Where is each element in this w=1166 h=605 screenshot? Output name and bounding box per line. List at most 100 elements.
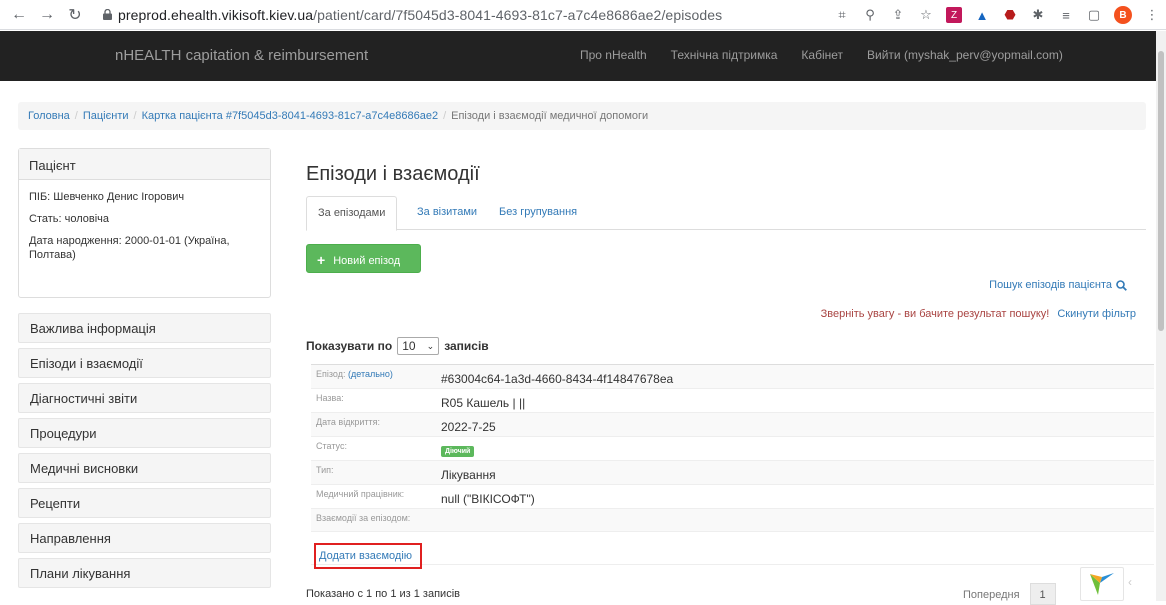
patient-panel-body: ПІБ: Шевченко Денис Ігорович Стать: чоло… xyxy=(19,180,270,280)
side-menu-referrals[interactable]: Направлення xyxy=(18,523,271,553)
records-per-page-value: 10 xyxy=(402,339,416,353)
patient-name: ПІБ: Шевченко Денис Ігорович xyxy=(29,191,185,203)
extensions-puzzle-icon[interactable]: ✱ xyxy=(1030,7,1046,23)
episode-type: Лікування xyxy=(441,468,496,482)
episode-row-interactions: Взаємодії за епізодом: xyxy=(311,509,1154,532)
episode-label-text: Епізод: xyxy=(316,369,346,379)
navbar-links: Про nHealth Технічна підтримка Кабінет В… xyxy=(580,48,1087,62)
side-panel-icon[interactable]: ▢ xyxy=(1086,7,1102,23)
page-scrollbar[interactable] xyxy=(1156,31,1166,601)
forward-arrow-icon[interactable]: → xyxy=(36,6,58,24)
episode-row-status: Статус: Діючий xyxy=(311,437,1154,461)
episode-row-opened: Дата відкриття: 2022-7-25 xyxy=(311,413,1154,437)
side-menu-diagnostic-reports[interactable]: Діагностичні звіти xyxy=(18,383,271,413)
episode-id: #63004c64-1a3d-4660-8434-4f14847678ea xyxy=(441,372,674,386)
browser-menu-icon[interactable]: ⋮ xyxy=(1144,7,1160,23)
url-host: preprod.ehealth.vikisoft.kiev.ua xyxy=(118,6,314,23)
patient-panel-heading: Пацієнт xyxy=(19,149,270,180)
plus-icon: + xyxy=(317,252,326,268)
chevron-left-icon[interactable]: ‹ xyxy=(1128,575,1132,589)
side-menu-prescriptions[interactable]: Рецепти xyxy=(18,488,271,518)
breadcrumb-patients[interactable]: Пацієнти xyxy=(83,110,129,122)
breadcrumb-separator: / xyxy=(133,110,137,122)
address-bar[interactable]: preprod.ehealth.vikisoft.kiev.ua/patient… xyxy=(118,7,722,23)
episode-label-status: Статус: xyxy=(316,441,347,451)
side-menu-medical-conclusions[interactable]: Медичні висновки xyxy=(18,453,271,483)
side-menu-important-info[interactable]: Важлива інформація xyxy=(18,313,271,343)
episode-name: R05 Кашель | || xyxy=(441,396,526,410)
search-warning-text: Зверніть увагу - ви бачите результат пош… xyxy=(820,308,1050,320)
episode-tabs: За епізодами За візитами Без групування xyxy=(306,196,1146,231)
search-icon xyxy=(1116,279,1127,291)
share-icon[interactable]: ⇪ xyxy=(890,7,906,23)
show-suffix: записів xyxy=(444,339,489,353)
new-episode-button[interactable]: + Новий епізод xyxy=(306,244,421,273)
show-prefix: Показувати по xyxy=(306,339,393,353)
episode-label-interactions: Взаємодії за епізодом: xyxy=(316,513,411,523)
reading-list-icon[interactable]: ≡ xyxy=(1058,7,1074,23)
records-per-page: Показувати по 10 ⌄ записів xyxy=(306,337,489,355)
breadcrumb-separator: / xyxy=(74,110,78,122)
tab-by-visits[interactable]: За візитами xyxy=(406,196,488,230)
profile-avatar[interactable]: B xyxy=(1114,6,1132,24)
yii-debug-toolbar-logo[interactable] xyxy=(1080,567,1124,601)
browser-toolbar: ← → ↻ preprod.ehealth.vikisoft.kiev.ua/p… xyxy=(0,0,1166,30)
page-title: Епізоди і взаємодії xyxy=(306,163,480,185)
episode-detail-link[interactable]: (детально) xyxy=(348,369,393,379)
episode-row-name: Назва: R05 Кашель | || xyxy=(311,389,1154,413)
site-brand[interactable]: nHEALTH capitation & reimbursement xyxy=(115,47,368,64)
episode-label-name: Назва: xyxy=(316,393,344,403)
breadcrumb: Головна / Пацієнти / Картка пацієнта #7f5045… xyxy=(18,102,1146,130)
side-menu-care-plans[interactable]: Плани лікування xyxy=(18,558,271,588)
chevron-down-icon: ⌄ xyxy=(426,340,435,351)
pagination-page[interactable]: 1 xyxy=(1029,583,1056,605)
nav-link-support[interactable]: Технічна підтримка xyxy=(671,48,778,62)
reset-filter-link[interactable]: Скинути фільтр xyxy=(1057,308,1136,320)
search-result-notice: Зверніть увагу - ви бачите результат пош… xyxy=(821,308,1136,320)
side-menu-episodes[interactable]: Епізоди і взаємодії xyxy=(18,348,271,378)
translate-icon[interactable]: ⌗ xyxy=(834,7,850,23)
yii-logo-icon xyxy=(1090,573,1114,595)
site-navbar: nHEALTH capitation & reimbursement Про n… xyxy=(0,31,1156,81)
zoom-icon[interactable]: ⚲ xyxy=(862,7,878,23)
patient-birth: Дата народження: 2000-01-01 (Україна, По… xyxy=(29,235,230,261)
patient-panel: Пацієнт ПІБ: Шевченко Денис Ігорович Ста… xyxy=(18,148,271,298)
extension-red-icon[interactable]: Z xyxy=(946,7,962,23)
status-badge: Діючий xyxy=(441,446,475,457)
nav-link-logout[interactable]: Вийти (myshak_perv@yopmail.com) xyxy=(867,48,1063,62)
episode-label-worker: Медичний працівник: xyxy=(316,489,405,499)
back-arrow-icon[interactable]: ← xyxy=(8,6,30,24)
lock-icon[interactable] xyxy=(100,8,114,22)
episode-row-add-interaction xyxy=(311,532,1154,565)
url-path: /patient/card/7f5045d3-8041-4693-81c7-a7… xyxy=(313,6,723,23)
nav-link-cabinet[interactable]: Кабінет xyxy=(801,48,843,62)
episode-opened-date: 2022-7-25 xyxy=(441,420,496,434)
extension-ublock-icon[interactable]: ⬣ xyxy=(1002,7,1018,23)
bookmark-star-icon[interactable]: ☆ xyxy=(918,7,934,23)
browser-extension-icons: ⌗ ⚲ ⇪ ☆ Z ▲ ⬣ ✱ ≡ ▢ B ⋮ xyxy=(834,0,1160,30)
episode-label-type: Тип: xyxy=(316,465,334,475)
scrollbar-thumb[interactable] xyxy=(1158,51,1164,331)
tab-by-episodes[interactable]: За епізодами xyxy=(306,196,398,231)
patient-sex: Стать: чоловіча xyxy=(29,213,110,225)
extension-graduation-icon[interactable]: ▲ xyxy=(974,7,990,23)
reload-icon[interactable]: ↻ xyxy=(64,5,86,25)
patient-episode-search-link[interactable]: Пошук епізодів пацієнта xyxy=(989,279,1127,291)
records-per-page-select[interactable]: 10 ⌄ xyxy=(397,337,440,355)
episode-label-id: Епізод: (детально) xyxy=(316,369,393,379)
episode-table: Епізод: (детально) #63004c64-1a3d-4660-8… xyxy=(311,364,1154,565)
side-menu-procedures[interactable]: Процедури xyxy=(18,418,271,448)
nav-link-about[interactable]: Про nHealth xyxy=(580,48,647,62)
search-link-label: Пошук епізодів пацієнта xyxy=(989,279,1112,291)
tab-no-grouping[interactable]: Без групування xyxy=(488,196,588,230)
episode-worker: null ("ВІКІСОФТ") xyxy=(441,492,535,506)
episode-label-opened: Дата відкриття: xyxy=(316,417,381,427)
add-interaction-link[interactable]: Додати взаємодію xyxy=(314,543,422,569)
new-episode-label: Новий епізод xyxy=(333,255,401,267)
breadcrumb-separator: / xyxy=(443,110,447,122)
breadcrumb-home[interactable]: Головна xyxy=(28,110,70,122)
episode-status-cell: Діючий xyxy=(441,442,475,457)
episode-row-worker: Медичний працівник: null ("ВІКІСОФТ") xyxy=(311,485,1154,509)
breadcrumb-patient-card[interactable]: Картка пацієнта #7f5045d3-8041-4693-81c7… xyxy=(142,110,439,122)
pagination-prev[interactable]: Попередня xyxy=(963,583,1030,605)
